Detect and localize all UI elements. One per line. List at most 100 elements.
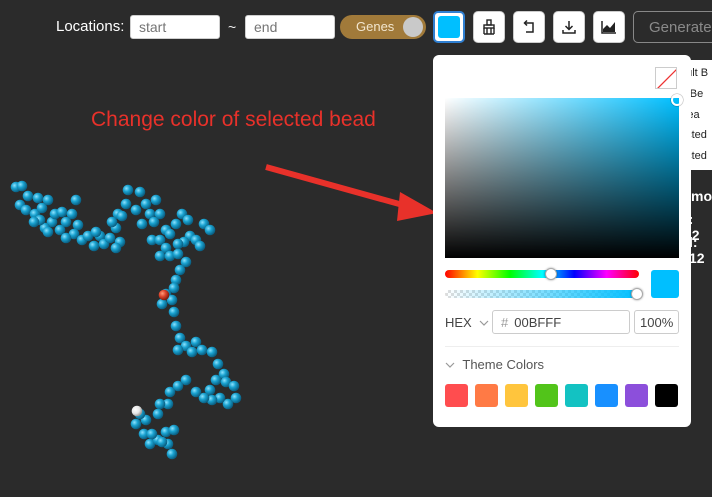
bead[interactable] (174, 264, 186, 276)
theme-color-swatch[interactable] (535, 384, 558, 407)
alpha-slider[interactable] (445, 288, 643, 300)
chevron-down-icon (445, 362, 455, 368)
bead[interactable] (32, 192, 44, 204)
bead[interactable] (130, 418, 142, 430)
range-separator: ~ (228, 19, 237, 35)
bead-chain (10, 180, 242, 460)
hex-input[interactable]: #00BFFF (492, 310, 630, 334)
theme-color-swatch[interactable] (445, 384, 468, 407)
bead[interactable] (186, 346, 198, 358)
bead[interactable] (116, 210, 128, 222)
bead[interactable] (122, 184, 134, 196)
bead[interactable] (172, 248, 184, 260)
bead[interactable] (134, 186, 146, 198)
bead[interactable] (136, 218, 148, 230)
chart-button[interactable] (593, 11, 625, 43)
bead[interactable] (164, 386, 176, 398)
bead[interactable] (88, 240, 100, 252)
saturation-value-area[interactable] (445, 94, 683, 258)
alpha-handle[interactable] (631, 288, 643, 300)
theme-color-swatch[interactable] (595, 384, 618, 407)
color-swatch-button[interactable] (433, 11, 465, 43)
bead[interactable] (170, 320, 182, 332)
info-line: mos (691, 188, 712, 204)
bead[interactable] (154, 208, 166, 220)
bead[interactable] (146, 428, 158, 440)
bead[interactable] (150, 194, 162, 206)
bead[interactable] (168, 306, 180, 318)
theme-color-swatch[interactable] (475, 384, 498, 407)
bead[interactable] (182, 214, 194, 226)
theme-color-swatch[interactable] (565, 384, 588, 407)
format-value: HEX (445, 315, 472, 330)
format-select[interactable]: HEX (445, 315, 489, 330)
current-color-preview (651, 270, 679, 298)
genes-toggle[interactable]: Genes (340, 15, 426, 39)
bead[interactable] (190, 386, 202, 398)
selected-bead[interactable] (158, 289, 170, 301)
no-color-icon[interactable] (655, 67, 677, 89)
bead[interactable] (28, 216, 40, 228)
download-button[interactable] (553, 11, 585, 43)
bead[interactable] (194, 240, 206, 252)
bead[interactable] (42, 226, 54, 238)
bead[interactable] (110, 242, 122, 254)
bead[interactable] (60, 232, 72, 244)
bead[interactable] (170, 218, 182, 230)
bead[interactable] (70, 194, 82, 206)
start-input[interactable] (130, 15, 220, 39)
generate-button[interactable]: Generate (633, 11, 712, 43)
genes-toggle-label: Genes (356, 19, 395, 34)
theme-color-swatch[interactable] (655, 384, 678, 407)
saturation-handle[interactable] (671, 94, 683, 106)
undo-button[interactable] (513, 11, 545, 43)
bead[interactable] (16, 180, 28, 192)
alpha-input[interactable]: 100% (634, 310, 679, 334)
bead[interactable] (168, 424, 180, 436)
theme-color-swatches (445, 384, 678, 407)
bead[interactable] (166, 448, 178, 460)
locations-label: Locations: (56, 18, 125, 35)
bead[interactable] (164, 228, 176, 240)
theme-color-swatch[interactable] (505, 384, 528, 407)
bead[interactable] (210, 374, 222, 386)
info-line: l: 12 (689, 234, 705, 266)
theme-colors-toggle[interactable]: Theme Colors (445, 357, 544, 372)
theme-color-swatch[interactable] (625, 384, 648, 407)
bead[interactable] (172, 238, 184, 250)
endpoint-bead[interactable] (131, 405, 143, 417)
bead[interactable] (56, 206, 68, 218)
bead[interactable] (206, 346, 218, 358)
annotation-text: Change color of selected bead (91, 108, 376, 131)
chevron-down-icon (479, 320, 489, 326)
end-input[interactable] (245, 15, 335, 39)
bead[interactable] (42, 194, 54, 206)
bead[interactable] (172, 344, 184, 356)
bead[interactable] (22, 190, 34, 202)
hue-slider[interactable] (445, 268, 639, 280)
bead[interactable] (152, 408, 164, 420)
bead[interactable] (204, 224, 216, 236)
bead[interactable] (156, 298, 168, 310)
divider (445, 346, 679, 347)
bead[interactable] (196, 344, 208, 356)
hue-handle[interactable] (544, 268, 557, 280)
brush-button[interactable] (473, 11, 505, 43)
hex-value: 00BFFF (514, 315, 562, 330)
bead[interactable] (154, 398, 166, 410)
download-icon (562, 21, 576, 34)
bead[interactable] (104, 232, 116, 244)
bead[interactable] (154, 250, 166, 262)
bead[interactable] (66, 208, 78, 220)
bead[interactable] (130, 204, 142, 216)
bead[interactable] (106, 216, 118, 228)
color-picker-popover: HEX #00BFFF 100% Theme Colors (433, 55, 691, 427)
bead[interactable] (140, 198, 152, 210)
bead[interactable] (120, 198, 132, 210)
bead[interactable] (90, 226, 102, 238)
undo-icon (523, 19, 534, 33)
bead[interactable] (156, 436, 168, 448)
theme-colors-label: Theme Colors (462, 357, 545, 372)
bead[interactable] (212, 358, 224, 370)
bead[interactable] (228, 380, 240, 392)
